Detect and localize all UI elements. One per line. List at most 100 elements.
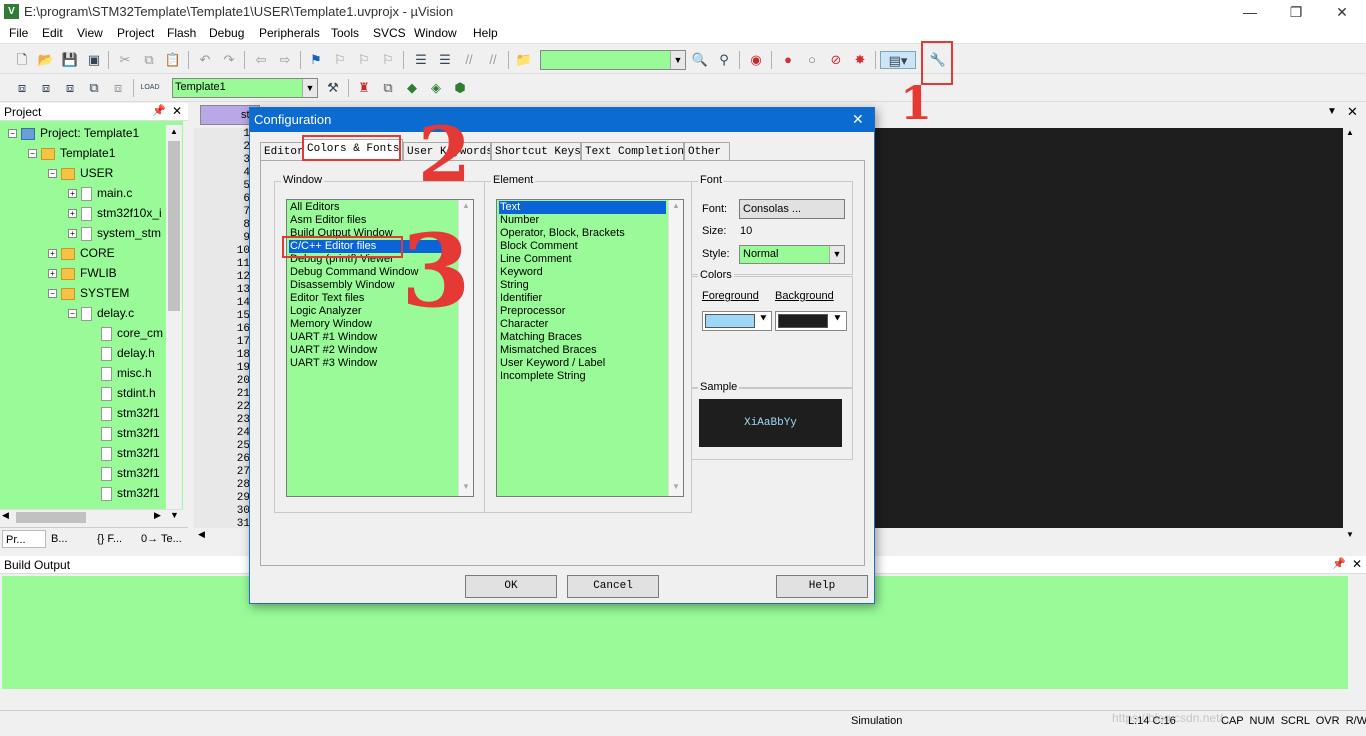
uncomment-icon[interactable]: // xyxy=(484,51,502,69)
element-list-item[interactable]: Text xyxy=(499,201,666,214)
element-list-item[interactable]: Block Comment xyxy=(499,240,666,253)
collapse-icon[interactable]: − xyxy=(68,309,77,319)
tab-templates[interactable]: 0→ Te... xyxy=(138,530,186,548)
cut-icon[interactable]: ✂ xyxy=(116,51,134,69)
pin-icon[interactable]: 📌 xyxy=(1332,557,1346,570)
tree-node[interactable]: misc.h xyxy=(88,363,152,383)
project-tree-vscroll[interactable]: ▲ xyxy=(166,125,182,509)
tab-books[interactable]: B... xyxy=(48,530,92,548)
element-list[interactable]: ▲ ▼ Text Number Operator, Block, Brackets B… xyxy=(496,199,684,497)
collapse-icon[interactable]: − xyxy=(28,149,37,159)
save-icon[interactable]: 💾 xyxy=(61,51,79,69)
foreground-color-picker[interactable]: ⯆ xyxy=(702,311,772,331)
tree-node[interactable]: stdint.h xyxy=(88,383,156,403)
breakpoint-icon[interactable]: ● xyxy=(779,51,797,69)
disable-all-breakpoints-icon[interactable]: ⊘ xyxy=(827,51,845,69)
close-editor-icon[interactable]: ✕ xyxy=(1347,104,1358,120)
close-panel-icon[interactable]: ✕ xyxy=(172,104,182,118)
window-list-item[interactable]: UART #2 Window xyxy=(289,344,456,357)
nav-forward-icon[interactable]: ⇨ xyxy=(276,51,294,69)
minimize-button[interactable]: — xyxy=(1227,0,1273,24)
element-list-item[interactable]: Incomplete String xyxy=(499,370,666,383)
window-list-item[interactable]: UART #1 Window xyxy=(289,331,456,344)
manage-project-items-icon[interactable]: ♜ xyxy=(355,79,373,97)
chevron-down-icon[interactable]: ▼ xyxy=(829,246,844,263)
open-file-icon[interactable]: 📂 xyxy=(37,51,55,69)
find-combo[interactable]: ▼ xyxy=(540,50,686,70)
element-list-item[interactable]: Keyword xyxy=(499,266,666,279)
build-output-hscroll[interactable] xyxy=(2,689,1348,705)
project-tree-hscroll[interactable]: ◀ ▶ ▼ xyxy=(0,509,183,524)
comment-icon[interactable]: // xyxy=(460,51,478,69)
tree-node[interactable]: stm32f1 xyxy=(88,483,160,503)
maximize-button[interactable]: ❐ xyxy=(1273,0,1319,24)
menu-window[interactable]: Window xyxy=(414,26,457,40)
chevron-down-icon[interactable]: ▼ xyxy=(670,51,685,69)
menu-edit[interactable]: Edit xyxy=(42,26,63,40)
window-list-item[interactable]: UART #3 Window xyxy=(289,357,456,370)
kill-breakpoints-icon[interactable]: ✸ xyxy=(851,51,869,69)
save-all-icon[interactable]: ▣ xyxy=(85,51,103,69)
batch-build-icon[interactable]: ⧉ xyxy=(85,79,103,97)
tab-shortcut-keys[interactable]: Shortcut Keys xyxy=(491,142,581,161)
bookmark-icon[interactable]: ⚑ xyxy=(307,51,325,69)
collapse-icon[interactable]: − xyxy=(48,169,57,179)
tab-project[interactable]: Pr... xyxy=(2,530,46,548)
close-window-button[interactable]: ✕ xyxy=(1319,0,1365,24)
next-bookmark-icon[interactable]: ⚐ xyxy=(355,51,373,69)
target-options-icon[interactable]: ⚒ xyxy=(324,79,342,97)
tree-node[interactable]: − Template1 xyxy=(28,143,115,163)
cancel-button[interactable]: Cancel xyxy=(567,575,659,598)
tree-node[interactable]: + system_stm xyxy=(68,223,161,243)
element-list-item[interactable]: Line Comment xyxy=(499,253,666,266)
tree-node[interactable]: delay.h xyxy=(88,343,155,363)
tree-node[interactable]: + main.c xyxy=(68,183,132,203)
expand-icon[interactable]: + xyxy=(68,209,77,219)
element-list-item[interactable]: Mismatched Braces xyxy=(499,344,666,357)
target-select[interactable]: Template1 ▼ xyxy=(172,78,318,98)
menu-debug[interactable]: Debug xyxy=(209,26,244,40)
dropdown-arrow-icon[interactable]: ⯆ xyxy=(759,313,768,326)
menu-help[interactable]: Help xyxy=(473,26,498,40)
pack-installer-icon[interactable]: ◈ xyxy=(427,79,445,97)
background-color-picker[interactable]: ⯆ xyxy=(775,311,847,331)
menu-project[interactable]: Project xyxy=(117,26,154,40)
editor-vscroll[interactable]: ▲ ▼ xyxy=(1343,125,1359,545)
menu-flash[interactable]: Flash xyxy=(167,26,196,40)
tree-node[interactable]: stm32f1 xyxy=(88,403,160,423)
menu-peripherals[interactable]: Peripherals xyxy=(259,26,320,40)
element-list-item[interactable]: String xyxy=(499,279,666,292)
tree-node[interactable]: − delay.c xyxy=(68,303,134,323)
debug-session-icon[interactable]: ◉ xyxy=(747,51,765,69)
dialog-close-button[interactable]: ✕ xyxy=(852,111,864,128)
tab-functions[interactable]: {} F... xyxy=(94,530,136,548)
tab-other[interactable]: Other xyxy=(684,142,730,161)
tab-list-icon[interactable]: ▼ xyxy=(1327,106,1337,117)
tree-node[interactable]: core_cm xyxy=(88,323,163,343)
tree-node[interactable]: + stm32f10x_i xyxy=(68,203,162,223)
tree-node[interactable]: + FWLIB xyxy=(48,263,117,283)
pin-icon[interactable]: 📌 xyxy=(152,104,166,117)
tree-node[interactable]: − USER xyxy=(48,163,113,183)
redo-icon[interactable]: ↷ xyxy=(220,51,238,69)
paste-icon[interactable]: 📋 xyxy=(164,51,182,69)
element-list-item[interactable]: Identifier xyxy=(499,292,666,305)
disable-breakpoint-icon[interactable]: ○ xyxy=(803,51,821,69)
tree-node[interactable]: − Project: Template1 xyxy=(8,123,139,143)
tree-node[interactable]: stm32f1 xyxy=(88,443,160,463)
tree-node[interactable]: stm32f1 xyxy=(88,463,160,483)
select-packs-icon[interactable]: ◆ xyxy=(403,79,421,97)
element-list-scrollbar[interactable]: ▲ ▼ xyxy=(668,200,683,496)
expand-icon[interactable]: + xyxy=(48,249,57,259)
element-list-item[interactable]: Operator, Block, Brackets xyxy=(499,227,666,240)
tab-editor[interactable]: Editor xyxy=(260,142,304,161)
software-packs-icon[interactable]: ⬢ xyxy=(451,79,469,97)
indent-icon[interactable]: ☰ xyxy=(412,51,430,69)
translate-icon[interactable]: ⧈ xyxy=(13,79,31,97)
menu-svcs[interactable]: SVCS xyxy=(373,26,406,40)
ok-button[interactable]: OK xyxy=(465,575,557,598)
stop-build-icon[interactable]: ⧈ xyxy=(109,79,127,97)
tab-text-completion[interactable]: Text Completion xyxy=(581,142,684,161)
collapse-icon[interactable]: − xyxy=(48,289,57,299)
menu-tools[interactable]: Tools xyxy=(331,26,359,40)
